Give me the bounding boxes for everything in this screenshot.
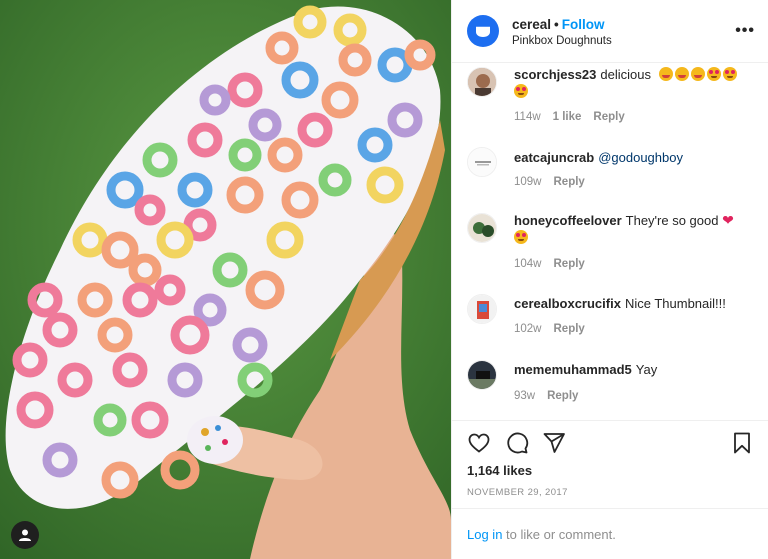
comment-text: mememuhammad5 Yay [514, 361, 754, 378]
commenter-avatar[interactable] [467, 147, 497, 177]
share-icon[interactable] [542, 431, 566, 460]
comment-text: honeycoffeelover They're so good ❤ [514, 212, 754, 246]
heart-eyes-emoji-icon [514, 230, 528, 244]
comment-meta: 114w 1 like Reply [514, 111, 637, 123]
commenter-avatar[interactable] [467, 360, 497, 390]
commenter-avatar[interactable] [467, 294, 497, 324]
comment-meta: 102w Reply [514, 323, 597, 335]
comment-time[interactable]: 104w [514, 258, 542, 270]
comment-text: cerealboxcrucifix Nice Thumbnail!!! [514, 295, 754, 312]
post-actions: 1,164 likes NOVEMBER 29, 2017 [452, 420, 768, 508]
login-prompt: Log in to like or comment. [467, 527, 616, 542]
post-location[interactable]: Pinkbox Doughnuts [512, 35, 612, 47]
comment-meta: 104w Reply [514, 258, 597, 270]
comment-username[interactable]: eatcajuncrab [514, 150, 594, 165]
heart-eyes-emoji-icon [706, 67, 721, 81]
comment-time[interactable]: 93w [514, 390, 535, 402]
comment-body: Yay [635, 362, 658, 377]
separator-dot: • [554, 17, 559, 32]
login-prompt-rest: to like or comment. [502, 527, 616, 542]
comment-meta: 93w Reply [514, 390, 590, 402]
comment-meta: 109w Reply [514, 176, 597, 188]
yum-emoji-icon [674, 67, 689, 81]
reply-button[interactable]: Reply [554, 258, 585, 270]
comment-text: scorchjess23 delicious [514, 66, 754, 100]
likes-count[interactable]: 1,164 likes [467, 463, 532, 478]
doughnut-photo [0, 0, 451, 559]
more-options-icon[interactable]: ••• [735, 22, 755, 40]
user-tag-icon[interactable] [11, 521, 39, 549]
post-side-panel: cereal • Follow Pinkbox Doughnuts ••• scor… [451, 0, 768, 559]
comment-icon[interactable] [505, 431, 529, 460]
comment-mention[interactable]: @godoughboy [598, 150, 683, 165]
follow-button[interactable]: Follow [562, 17, 605, 32]
comment-body: Nice Thumbnail!!! [624, 296, 726, 311]
header-name-row: cereal • Follow [512, 17, 605, 32]
comment-username[interactable]: honeycoffeelover [514, 213, 622, 228]
comment-time[interactable]: 102w [514, 323, 542, 335]
commenter-avatar[interactable] [467, 67, 497, 97]
commenter-avatar[interactable] [467, 213, 497, 243]
comment-likes[interactable]: 1 like [553, 111, 582, 123]
reply-button[interactable]: Reply [554, 176, 585, 188]
comment-username[interactable]: scorchjess23 [514, 67, 596, 82]
reply-button[interactable]: Reply [547, 390, 578, 402]
post-image[interactable] [0, 0, 451, 559]
bookmark-icon[interactable] [730, 431, 754, 460]
comment-username[interactable]: cerealboxcrucifix [514, 296, 621, 311]
yum-emoji-icon [690, 67, 705, 81]
comment-time[interactable]: 109w [514, 176, 542, 188]
yum-emoji-icon [658, 67, 673, 81]
cereal-logo-icon [476, 25, 490, 37]
post-header: cereal • Follow Pinkbox Doughnuts ••• [452, 0, 768, 63]
heart-icon[interactable] [467, 431, 491, 460]
red-heart-emoji-icon: ❤ [722, 212, 734, 228]
comment-text: eatcajuncrab @godoughboy [514, 149, 754, 166]
heart-eyes-emoji-icon [514, 84, 528, 98]
profile-avatar[interactable] [467, 15, 499, 47]
post-date[interactable]: NOVEMBER 29, 2017 [467, 487, 568, 498]
login-link[interactable]: Log in [467, 527, 502, 542]
login-bar: Log in to like or comment. [452, 508, 768, 559]
comment-time[interactable]: 114w [514, 111, 541, 123]
post-username[interactable]: cereal [512, 17, 551, 32]
reply-button[interactable]: Reply [593, 111, 624, 123]
comment-body: They're so good [625, 213, 719, 228]
heart-eyes-emoji-icon [722, 67, 737, 81]
comment-body: delicious [600, 67, 651, 82]
comments-list[interactable]: scorchjess23 delicious 114w 1 like Reply ea… [452, 63, 768, 420]
comment-username[interactable]: mememuhammad5 [514, 362, 632, 377]
reply-button[interactable]: Reply [554, 323, 585, 335]
